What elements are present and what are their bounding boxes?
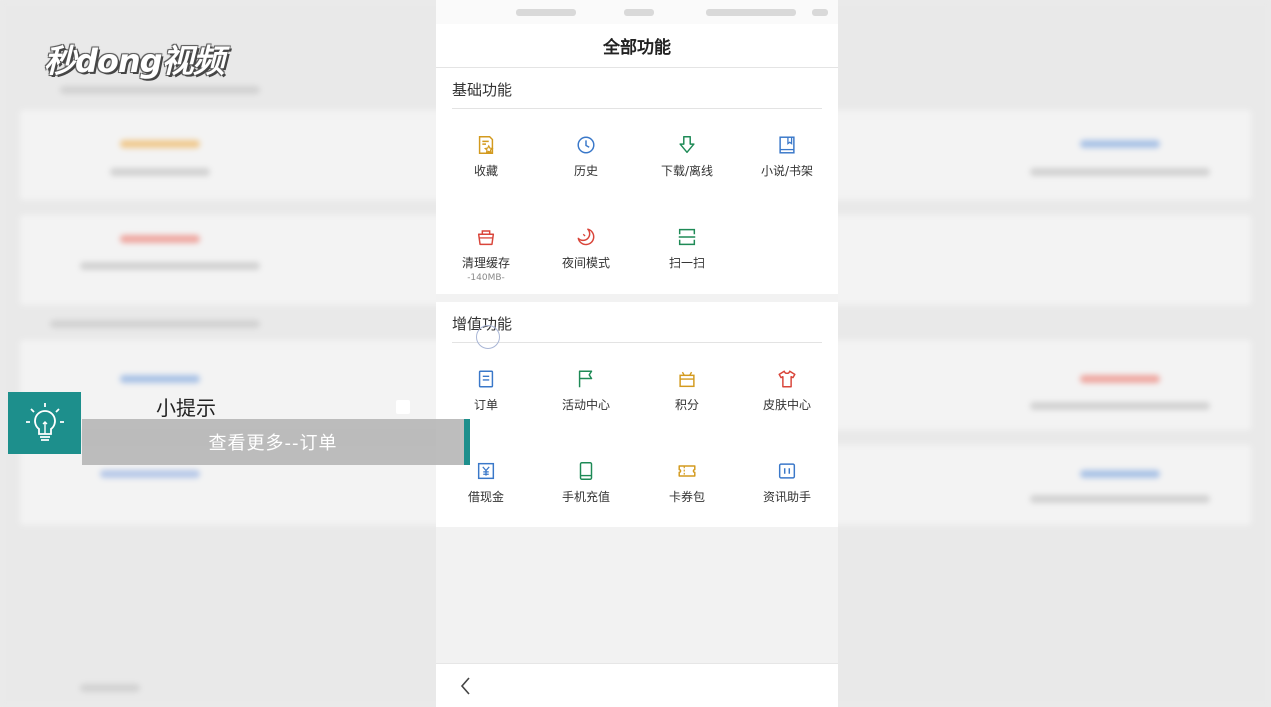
- section-divider: [452, 342, 822, 343]
- item-label: 历史: [573, 164, 598, 178]
- book-icon: [779, 136, 795, 154]
- ticket-icon: [678, 465, 696, 477]
- touch-indicator: [476, 325, 500, 349]
- title-bar: 全部功能: [436, 24, 838, 68]
- chevron-left-icon: [460, 677, 470, 695]
- basic-section: 基础功能 收藏 历史 下载/离线 小说/书架 清理缓存 -140MB- 夜间模式…: [436, 68, 838, 294]
- shirt-icon: [778, 370, 796, 388]
- item-label: 积分: [674, 398, 699, 412]
- status-bar: [436, 0, 838, 24]
- item-label: 活动中心: [561, 398, 610, 412]
- section-title-basic: 基础功能: [452, 81, 513, 99]
- cash-icon: [477, 462, 495, 480]
- item-points[interactable]: 积分: [637, 368, 737, 446]
- item-label: 卡券包: [668, 490, 705, 504]
- tip-icon-box: [8, 392, 81, 454]
- order-icon: [478, 370, 494, 388]
- download-icon: [679, 136, 695, 154]
- back-button[interactable]: [454, 674, 478, 698]
- item-label: 小说/书架: [760, 164, 814, 178]
- lightbulb-icon: [25, 403, 64, 441]
- item-novel-shelf[interactable]: 小说/书架: [737, 134, 837, 212]
- news-icon: [778, 463, 796, 479]
- item-label: 下载/离线: [660, 164, 714, 178]
- page-title: 全部功能: [603, 38, 671, 58]
- item-skin-center[interactable]: 皮肤中心: [737, 368, 837, 446]
- section-divider: [452, 108, 822, 109]
- phone-screen: 全部功能 基础功能 收藏 历史 下载/离线 小说/书架 清理缓存 -140MB-…: [436, 0, 838, 707]
- tip-text: 查看更多--订单: [208, 433, 338, 454]
- item-favorites[interactable]: 收藏: [436, 134, 536, 212]
- item-news-assistant[interactable]: 资讯助手: [737, 460, 837, 538]
- gift-icon: [679, 371, 695, 388]
- item-scan[interactable]: 扫一扫: [637, 226, 737, 304]
- item-history[interactable]: 历史: [536, 134, 636, 212]
- tip-marker: [396, 400, 410, 414]
- item-phone-recharge[interactable]: 手机充值: [536, 460, 636, 538]
- item-label: 皮肤中心: [762, 398, 811, 412]
- item-label: 清理缓存: [461, 256, 510, 270]
- item-coupon-wallet[interactable]: 卡券包: [637, 460, 737, 538]
- moon-icon: [577, 228, 595, 246]
- item-label: 订单: [473, 398, 498, 412]
- phone-icon: [579, 462, 593, 480]
- item-clear-cache[interactable]: 清理缓存 -140MB-: [436, 226, 536, 304]
- watermark-logo: 秒dong视频: [44, 42, 225, 80]
- tip-bar: 查看更多--订单: [82, 419, 470, 465]
- bookmark-star-icon: [478, 136, 494, 154]
- clock-icon: [577, 136, 595, 154]
- item-borrow-cash[interactable]: 借现金: [436, 460, 536, 538]
- item-activity-center[interactable]: 活动中心: [536, 368, 636, 446]
- item-label: 夜间模式: [561, 256, 610, 270]
- scan-icon: [678, 228, 696, 246]
- item-download[interactable]: 下载/离线: [637, 134, 737, 212]
- bottom-bar: [436, 663, 838, 707]
- item-night-mode[interactable]: 夜间模式: [536, 226, 636, 304]
- item-label: 借现金: [467, 490, 504, 504]
- item-label: 资讯助手: [762, 490, 811, 504]
- item-label: 手机充值: [561, 490, 610, 504]
- tip-title: 小提示: [156, 396, 216, 420]
- basket-icon: [477, 230, 495, 246]
- item-label: 扫一扫: [668, 256, 705, 270]
- flag-icon: [578, 370, 593, 388]
- item-label: 收藏: [473, 164, 498, 178]
- cache-size: -140MB-: [467, 273, 505, 283]
